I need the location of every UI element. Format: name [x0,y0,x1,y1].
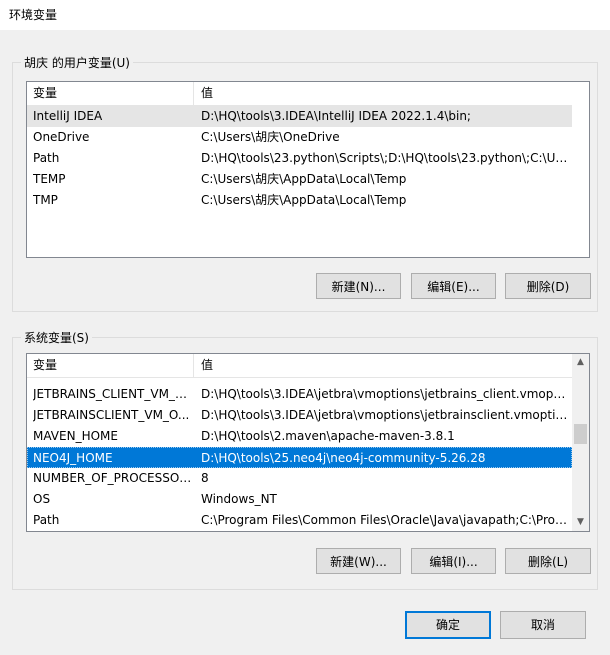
var-name: JETBRAINSCLIENT_VM_O... [33,408,190,422]
system-var-row[interactable]: JETBRAINS_CLIENT_VM_O... D:\HQ\tools\3.I… [27,384,572,405]
user-delete-button[interactable]: 删除(D) [505,273,591,299]
system-list-scrollbar[interactable]: ▲ ▼ [572,354,589,531]
var-value: D:\HQ\tools\25.neo4j\neo4j-community-5.2… [201,451,486,465]
column-header-variable[interactable]: 变量 [27,354,194,377]
system-var-row[interactable]: MAVEN_HOME D:\HQ\tools\2.maven\apache-ma… [27,426,572,447]
system-var-row[interactable]: OS Windows_NT [27,489,572,510]
system-var-row[interactable]: JETBRAINSCLIENT_VM_O... D:\HQ\tools\3.ID… [27,405,572,426]
var-name: OneDrive [33,130,90,144]
system-var-row[interactable]: NUMBER_OF_PROCESSORS 8 [27,468,572,489]
var-name: NUMBER_OF_PROCESSORS [33,471,193,485]
user-var-row[interactable]: OneDrive C:\Users\胡庆\OneDrive [27,127,572,148]
system-edit-button[interactable]: 编辑(I)... [411,548,496,574]
var-name: TMP [33,193,58,207]
system-var-row-selected[interactable]: NEO4J_HOME D:\HQ\tools\25.neo4j\neo4j-co… [27,447,572,468]
var-value: 8 [201,471,209,485]
var-name: Path [33,513,60,527]
var-value: D:\HQ\tools\2.maven\apache-maven-3.8.1 [201,429,455,443]
window-title: 环境变量 [9,8,58,22]
var-name: JETBRAINS_CLIENT_VM_O... [33,387,193,401]
title-bar: 环境变量 [0,0,610,30]
var-value: C:\Users\胡庆\OneDrive [201,130,340,144]
user-var-row[interactable]: TEMP C:\Users\胡庆\AppData\Local\Temp [27,169,572,190]
user-variables-group: 胡庆 的用户变量(U) 变量 值 IntelliJ IDEA D:\HQ\too… [12,54,598,312]
system-variables-list[interactable]: 变量 值 JETBRAINS_CLIENT_VM_O... D:\HQ\tool… [26,353,590,532]
system-new-button[interactable]: 新建(W)... [316,548,401,574]
var-name: MAVEN_HOME [33,429,118,443]
system-delete-button[interactable]: 删除(L) [505,548,591,574]
user-list-header: 变量 值 [27,82,572,106]
user-edit-button[interactable]: 编辑(E)... [411,273,496,299]
var-name: IntelliJ IDEA [33,109,103,123]
var-value: D:\HQ\tools\3.IDEA\jetbra\vmoptions\jetb… [201,408,568,422]
var-name: OS [33,492,51,506]
var-value: Windows_NT [201,492,277,506]
ok-button[interactable]: 确定 [405,611,491,639]
column-header-variable[interactable]: 变量 [27,82,194,105]
column-header-value[interactable]: 值 [195,354,572,377]
var-value: C:\Users\胡庆\AppData\Local\Temp [201,193,407,207]
var-name: NEO4J_HOME [33,451,113,465]
column-header-value[interactable]: 值 [195,82,572,105]
var-name: TEMP [33,172,66,186]
var-name: Path [33,151,60,165]
var-value: D:\HQ\tools\3.IDEA\jetbra\vmoptions\jetb… [201,387,568,401]
system-variables-group: 系统变量(S) 变量 值 JETBRAINS_CLIENT_VM_O... D:… [12,329,598,590]
system-var-row[interactable]: Path C:\Program Files\Common Files\Oracl… [27,510,572,531]
scroll-up-arrow-icon[interactable]: ▲ [572,354,589,371]
system-variables-label: 系统变量(S) [21,329,92,346]
var-value: D:\HQ\tools\23.python\Scripts\;D:\HQ\too… [201,151,568,165]
user-variables-label: 胡庆 的用户变量(U) [21,54,133,71]
user-var-row[interactable]: IntelliJ IDEA D:\HQ\tools\3.IDEA\Intelli… [27,106,572,127]
user-var-row[interactable]: Path D:\HQ\tools\23.python\Scripts\;D:\H… [27,148,572,169]
var-value: C:\Program Files\Common Files\Oracle\Jav… [201,513,568,527]
var-value: D:\HQ\tools\3.IDEA\IntelliJ IDEA 2022.1.… [201,109,471,123]
user-var-row[interactable]: TMP C:\Users\胡庆\AppData\Local\Temp [27,190,572,211]
scrollbar-thumb[interactable] [574,424,587,444]
cancel-button[interactable]: 取消 [500,611,586,639]
system-list-header: 变量 值 [27,354,572,378]
user-new-button[interactable]: 新建(N)... [316,273,401,299]
user-variables-list[interactable]: 变量 值 IntelliJ IDEA D:\HQ\tools\3.IDEA\In… [26,81,590,258]
scroll-down-arrow-icon[interactable]: ▼ [572,514,589,531]
var-value: C:\Users\胡庆\AppData\Local\Temp [201,172,407,186]
